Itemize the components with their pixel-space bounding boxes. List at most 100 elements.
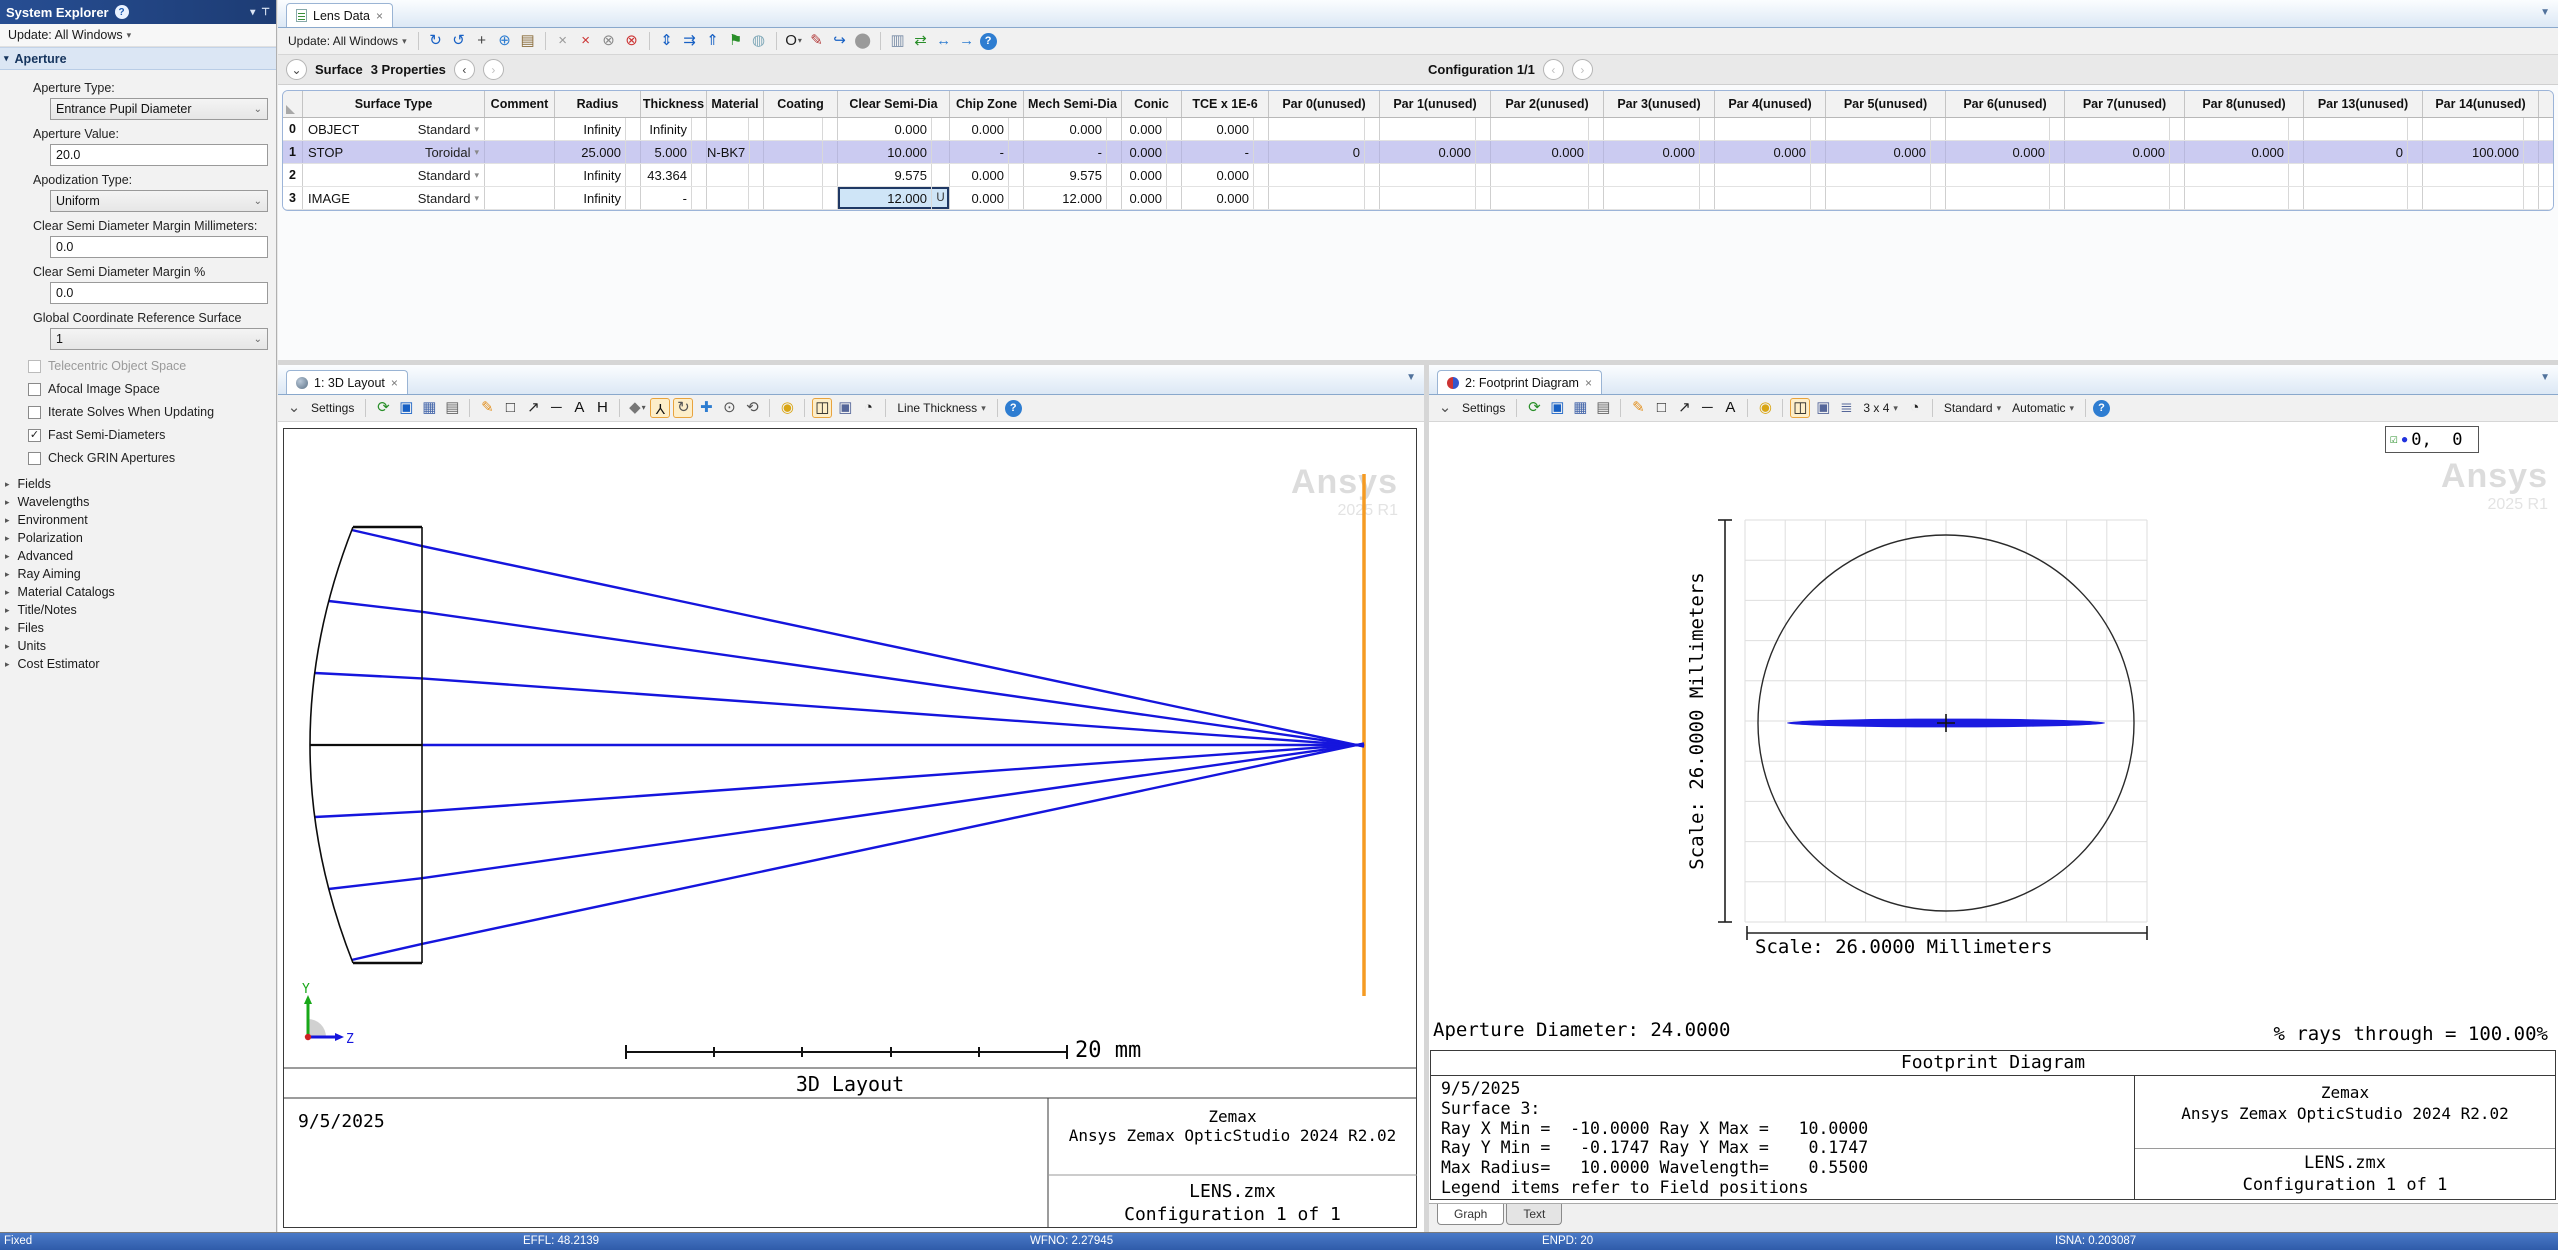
help-icon[interactable]: ? <box>115 5 129 19</box>
cell-p6[interactable]: 0.000 <box>1946 141 2065 163</box>
checkbox-telecentric-object-space[interactable]: Telecentric Object Space <box>28 359 276 373</box>
cell-radius[interactable]: Infinity <box>555 118 641 140</box>
update-dropdown[interactable]: Update: All Windows ▾ <box>284 34 411 48</box>
solve-cell[interactable]: U <box>931 187 949 209</box>
solve-cell[interactable] <box>2523 187 2538 209</box>
delete-surface-icon[interactable]: × <box>576 31 596 51</box>
cell-radius[interactable]: Infinity <box>555 164 641 186</box>
toggle-icon[interactable]: ⬤ <box>853 31 873 51</box>
cell-p5[interactable] <box>1826 164 1946 186</box>
refresh-icon[interactable]: ⟳ <box>1524 398 1544 418</box>
cell-clear[interactable]: 10.000 <box>838 141 950 163</box>
cell-material[interactable] <box>707 164 764 186</box>
solve-cell[interactable] <box>748 164 763 186</box>
cell-surface[interactable]: IMAGEStandard▾ <box>303 187 485 209</box>
delete-rays-icon[interactable]: ⊗ <box>622 31 642 51</box>
solve-cell[interactable] <box>1166 164 1181 186</box>
anchor-surface-icon[interactable]: ⇑ <box>703 31 723 51</box>
solve-cell[interactable] <box>1699 164 1714 186</box>
solve-cell[interactable] <box>1008 164 1023 186</box>
cascade-icon[interactable]: ▣ <box>1813 398 1833 418</box>
zoom-icon[interactable]: ⊙ <box>719 398 739 418</box>
solve-cell[interactable] <box>749 141 764 163</box>
solve-cell[interactable] <box>2169 118 2184 140</box>
arrow-annotation-icon[interactable]: ↗ <box>1674 398 1694 418</box>
cell-thickness[interactable]: 43.364 <box>641 164 707 186</box>
solve-cell[interactable] <box>2288 164 2303 186</box>
solve-cell[interactable] <box>1364 141 1379 163</box>
aperture-dropdown-icon[interactable]: O▾ <box>784 31 804 51</box>
lamp-icon[interactable]: ◉ <box>1755 398 1775 418</box>
solve-cell[interactable] <box>1475 164 1490 186</box>
surface-type-dropdown[interactable]: Standard▾ <box>418 168 479 183</box>
save-icon[interactable]: ▦ <box>419 398 439 418</box>
sphere-icon[interactable]: ◍ <box>749 31 769 51</box>
update-mode-dropdown[interactable]: Update: All Windows ▾ <box>0 24 276 47</box>
solve-cell[interactable] <box>931 141 949 163</box>
solve-cell[interactable] <box>2169 187 2184 209</box>
cell-p13[interactable] <box>2304 187 2423 209</box>
cell-surface[interactable]: OBJECTStandard▾ <box>303 118 485 140</box>
copy-icon[interactable]: ▣ <box>1547 398 1567 418</box>
solve-cell[interactable] <box>625 164 640 186</box>
solve-cell[interactable] <box>1475 118 1490 140</box>
solve-cell[interactable] <box>822 141 837 163</box>
cascade-icon[interactable]: ▣ <box>835 398 855 418</box>
hide-rays-icon[interactable]: ⊗ <box>599 31 619 51</box>
solve-cell[interactable] <box>748 118 763 140</box>
close-icon[interactable]: × <box>376 9 383 23</box>
clock-icon[interactable]: ◔ <box>858 398 878 418</box>
cell-p5[interactable] <box>1826 187 1946 209</box>
solve-cell[interactable] <box>1810 164 1825 186</box>
solve-cell[interactable] <box>822 118 837 140</box>
cell-tce[interactable]: 0.000 <box>1182 187 1269 209</box>
cell-p3[interactable] <box>1604 118 1715 140</box>
cell-p1[interactable] <box>1380 164 1491 186</box>
window-menu-icon[interactable]: ▼ <box>2540 372 2550 383</box>
grid-size-dropdown[interactable]: 3 x 4▾ <box>1859 401 1902 415</box>
cell-p5[interactable]: 0.000 <box>1826 141 1946 163</box>
layout-canvas[interactable]: Ansys 2025 R1 <box>278 423 1424 1232</box>
cell-p1[interactable] <box>1380 118 1491 140</box>
split-window-icon[interactable]: ◫ <box>1790 398 1810 418</box>
cell-p2[interactable] <box>1491 118 1604 140</box>
select-all-corner[interactable] <box>286 105 295 114</box>
solve-cell[interactable] <box>1106 187 1121 209</box>
cell-p1[interactable]: 0.000 <box>1380 141 1491 163</box>
solve-cell[interactable] <box>2049 118 2064 140</box>
print-icon[interactable]: ▤ <box>442 398 462 418</box>
solve-cell[interactable] <box>1930 187 1945 209</box>
aperture-section-header[interactable]: ▾ Aperture <box>0 47 276 70</box>
tab-lens-data[interactable]: Lens Data × <box>286 3 393 27</box>
solve-cell[interactable] <box>931 164 949 186</box>
sidebar-item-fields[interactable]: ▸Fields <box>0 475 276 493</box>
cell-mech[interactable]: 12.000 <box>1024 187 1122 209</box>
solve-cell[interactable] <box>625 118 640 140</box>
save-icon[interactable]: ▦ <box>1570 398 1590 418</box>
solve-cell[interactable] <box>691 141 706 163</box>
checkbox-iterate-solves-when-updating[interactable]: Iterate Solves When Updating <box>28 405 276 419</box>
solve-cell[interactable] <box>1588 187 1603 209</box>
cell-p0[interactable] <box>1269 187 1380 209</box>
cell-comment[interactable] <box>485 164 555 186</box>
solve-cell[interactable] <box>931 118 949 140</box>
bottom-tab-text[interactable]: Text <box>1506 1204 1562 1225</box>
solve-cell[interactable] <box>1699 118 1714 140</box>
swoosh-icon[interactable]: ↪ <box>830 31 850 51</box>
cell-chip[interactable]: 0.000 <box>950 118 1024 140</box>
sidebar-item-ray-aiming[interactable]: ▸Ray Aiming <box>0 565 276 583</box>
solve-cell[interactable] <box>822 164 837 186</box>
solve-cell[interactable] <box>1364 187 1379 209</box>
cell-chip[interactable]: 0.000 <box>950 187 1024 209</box>
ray-fan-icon[interactable]: Y <box>650 398 670 418</box>
solve-cell[interactable] <box>1699 141 1714 163</box>
help-icon[interactable]: ? <box>1005 400 1022 417</box>
solve-cell[interactable] <box>822 187 837 209</box>
cell-conic[interactable]: 0.000 <box>1122 164 1182 186</box>
dimension-icon[interactable]: H <box>592 398 612 418</box>
solve-cell[interactable] <box>748 187 763 209</box>
solve-cell[interactable] <box>625 187 640 209</box>
surface-type-dropdown[interactable]: Standard▾ <box>418 191 479 206</box>
image-surface-icon[interactable]: ▤ <box>518 31 538 51</box>
solve-cell[interactable] <box>1364 118 1379 140</box>
